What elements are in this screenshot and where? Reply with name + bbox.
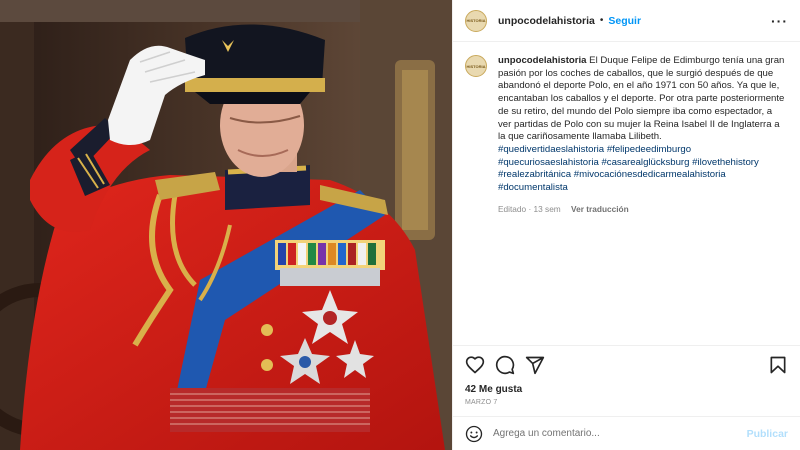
- hashtag-link[interactable]: #casarealglücksburg: [601, 157, 689, 168]
- follow-button[interactable]: Seguir: [608, 15, 641, 27]
- comment-input[interactable]: [493, 428, 733, 439]
- see-translation-link[interactable]: Ver traducción: [571, 204, 629, 214]
- comment-bar: Publicar: [453, 416, 800, 450]
- profile-avatar[interactable]: HISTORIA: [465, 9, 487, 32]
- caption-text: El Duque Felipe de Edimburgo tenía una g…: [498, 55, 785, 143]
- actions-section: 42 Me gusta MARZO 7: [453, 345, 800, 406]
- likes-count[interactable]: 42 Me gusta: [465, 384, 788, 395]
- post-photo[interactable]: [0, 0, 452, 450]
- more-options-icon[interactable]: ···: [771, 14, 788, 28]
- emoji-icon[interactable]: [465, 425, 483, 443]
- post-sidebar: HISTORIA unpocodelahistoria • Seguir ···…: [452, 0, 800, 450]
- caption-username[interactable]: unpocodelahistoria: [498, 55, 587, 66]
- hashtag-link[interactable]: #mivocaciónesdedicarmealahistoria: [574, 169, 726, 180]
- avatar-logo: HISTORIA: [466, 18, 486, 23]
- caption-meta: Editado · 13 sem Ver traducción: [498, 203, 788, 216]
- action-bar: [465, 346, 788, 384]
- caption-avatar[interactable]: HISTORIA: [465, 55, 487, 77]
- heart-icon[interactable]: [465, 355, 485, 375]
- avatar-logo: HISTORIA: [466, 63, 486, 69]
- edited-timestamp: Editado · 13 sem: [498, 203, 561, 214]
- hashtag-list: #quedivertidaeslahistoria #felipedeedimb…: [498, 144, 788, 195]
- header-username[interactable]: unpocodelahistoria: [498, 15, 595, 27]
- hashtag-link[interactable]: #documentalista: [498, 182, 568, 193]
- hashtag-link[interactable]: #realezabritánica: [498, 169, 571, 180]
- caption-row: HISTORIA unpocodelahistoria El Duque Fel…: [465, 55, 788, 215]
- hashtag-link[interactable]: #felipedeedimburgo: [607, 144, 691, 155]
- bookmark-icon[interactable]: [768, 355, 788, 375]
- post-date: MARZO 7: [465, 399, 498, 406]
- comment-icon[interactable]: [495, 355, 515, 375]
- caption-body: unpocodelahistoria El Duque Felipe de Ed…: [498, 55, 788, 215]
- publish-button[interactable]: Publicar: [747, 428, 788, 440]
- post-image-duke-saluting: [0, 0, 452, 450]
- share-icon[interactable]: [525, 355, 545, 375]
- post-header: HISTORIA unpocodelahistoria • Seguir ···: [453, 0, 800, 42]
- caption-section: HISTORIA unpocodelahistoria El Duque Fel…: [453, 43, 800, 345]
- hashtag-link[interactable]: #quedivertidaeslahistoria: [498, 144, 604, 155]
- hashtag-link[interactable]: #ilovethehistory: [692, 157, 759, 168]
- hashtag-link[interactable]: #quecuriosaeslahistoria: [498, 157, 599, 168]
- header-separator: •: [599, 15, 604, 26]
